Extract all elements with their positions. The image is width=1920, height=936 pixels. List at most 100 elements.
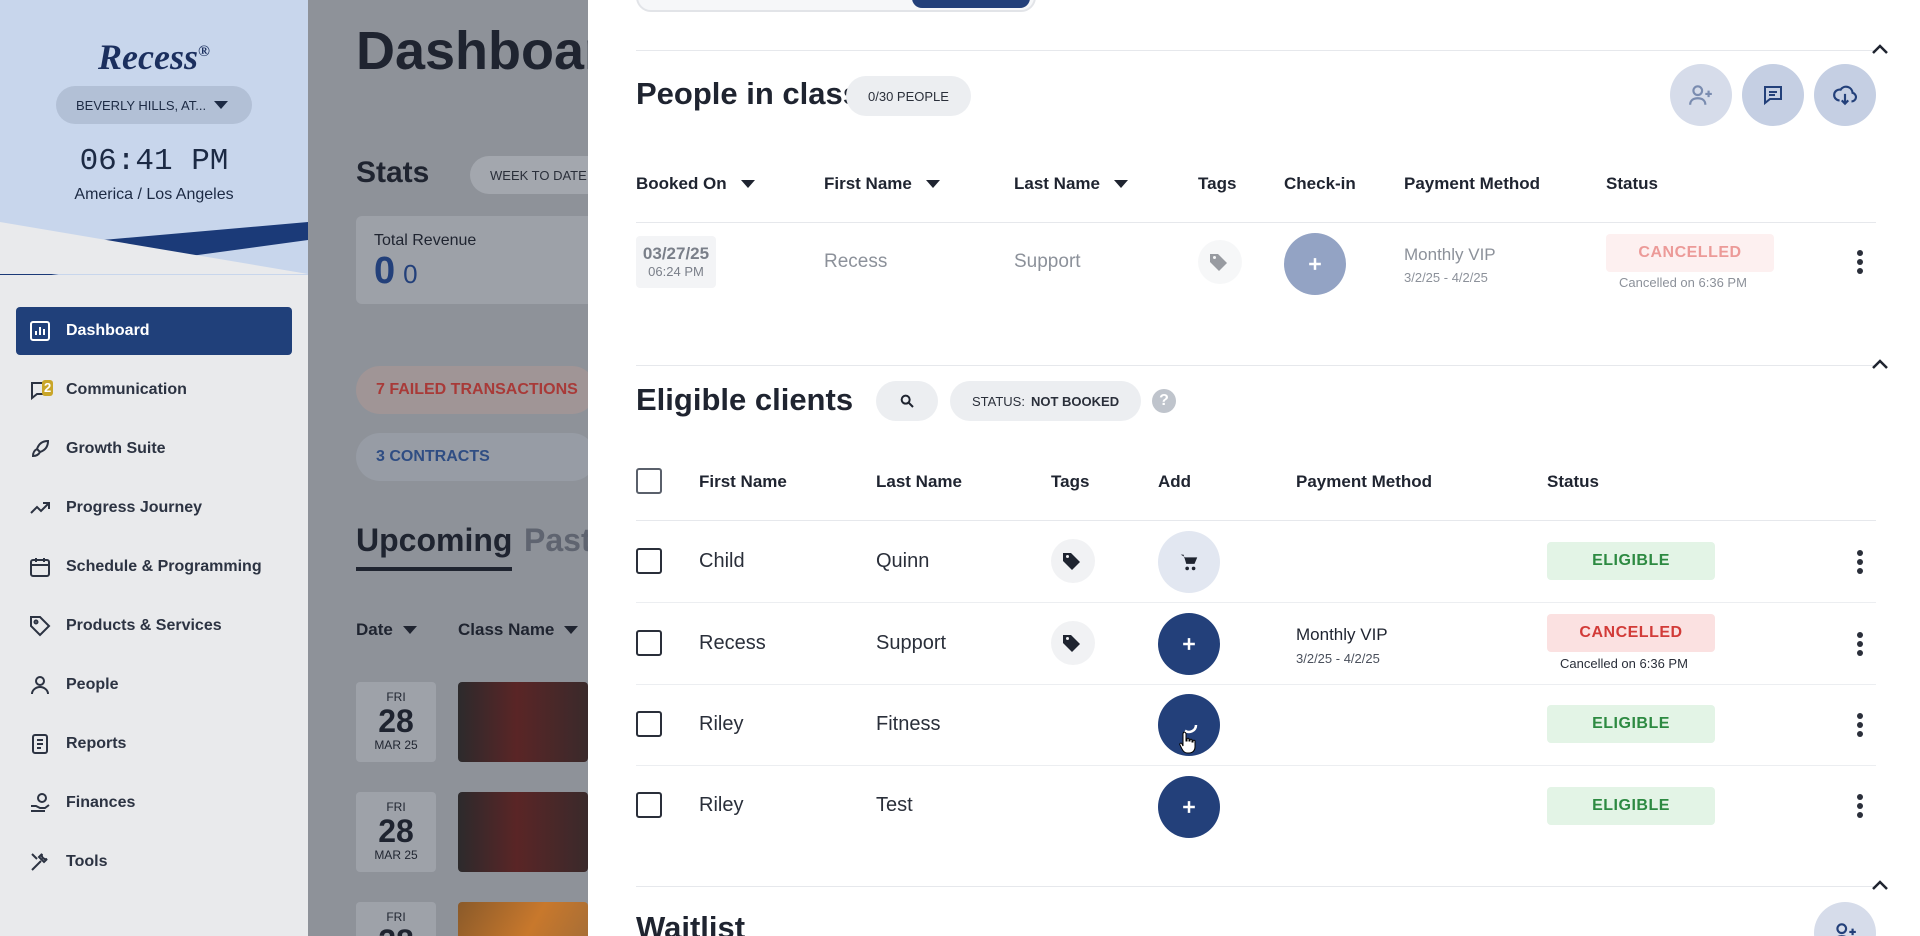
row-checkbox[interactable] xyxy=(636,711,662,737)
location-selector[interactable]: BEVERLY HILLS, AT... xyxy=(56,86,252,124)
caret-down-icon xyxy=(402,626,417,634)
sort-date[interactable]: Date xyxy=(356,620,417,640)
waitlist-title: Waitlist xyxy=(636,910,746,936)
row-checkbox[interactable] xyxy=(636,792,662,818)
more-options-icon[interactable] xyxy=(1848,547,1872,577)
chevron-up-icon[interactable] xyxy=(1868,38,1892,62)
revenue-card[interactable]: Total Revenue 00 xyxy=(356,216,596,304)
drawer-top-button[interactable] xyxy=(912,0,1030,8)
col-last-name[interactable]: Last Name xyxy=(1014,174,1128,194)
tab-upcoming[interactable]: Upcoming xyxy=(356,522,513,571)
col-booked-on[interactable]: Booked On xyxy=(636,174,755,194)
booked-date-time: 06:24 PM xyxy=(648,264,704,279)
sidebar-item-finances[interactable]: Finances xyxy=(16,779,292,827)
last-name: Support xyxy=(1014,251,1081,272)
sidebar-item-label: Reports xyxy=(66,735,127,752)
more-options-icon[interactable] xyxy=(1848,710,1872,740)
plus-icon xyxy=(1183,801,1195,813)
row-checkbox[interactable] xyxy=(636,548,662,574)
divider xyxy=(636,520,1876,521)
sidebar-item-tools[interactable]: Tools xyxy=(16,838,292,886)
chart-icon xyxy=(28,319,52,343)
add-to-cart-button[interactable] xyxy=(1158,531,1220,593)
more-options-icon[interactable] xyxy=(1848,791,1872,821)
plus-icon xyxy=(1309,258,1321,270)
col-payment-method: Payment Method xyxy=(1296,472,1432,492)
hand-cursor-icon xyxy=(1179,731,1196,754)
add-person-button[interactable] xyxy=(1670,64,1732,126)
column-label: Status xyxy=(1547,472,1599,491)
message-class-button[interactable] xyxy=(1742,64,1804,126)
divider xyxy=(636,50,1876,51)
sidebar-item-communication[interactable]: 2 Communication xyxy=(16,366,292,414)
status-filter[interactable]: STATUS: NOT BOOKED xyxy=(950,381,1142,421)
more-options-icon[interactable] xyxy=(1848,629,1872,659)
clock: 06:41 PM xyxy=(79,144,229,179)
more-options-icon[interactable] xyxy=(1848,247,1872,277)
help-icon[interactable]: ? xyxy=(1152,389,1176,413)
add-client-button[interactable] xyxy=(1158,776,1220,838)
class-thumbnail[interactable] xyxy=(458,682,588,762)
tags-button[interactable] xyxy=(1198,240,1242,284)
add-person-icon xyxy=(1836,923,1856,936)
column-label: Tags xyxy=(1051,472,1090,491)
date-dow: FRI xyxy=(386,690,406,704)
period-selector[interactable]: WEEK TO DATE xyxy=(470,156,607,194)
sidebar-item-progress-journey[interactable]: Progress Journey xyxy=(16,484,292,532)
chevron-up-icon[interactable] xyxy=(1868,874,1892,898)
sidebar-item-label: Schedule & Programming xyxy=(66,558,262,575)
sidebar-item-dashboard[interactable]: Dashboard xyxy=(16,307,292,355)
add-waitlist-person-button[interactable] xyxy=(1814,902,1876,936)
col-tags: Tags xyxy=(1051,472,1089,492)
first-name: Child xyxy=(699,550,745,572)
add-client-button[interactable] xyxy=(1158,613,1220,675)
sidebar-item-schedule[interactable]: Schedule & Programming xyxy=(16,543,292,591)
download-button[interactable] xyxy=(1814,64,1876,126)
sidebar-item-people[interactable]: People xyxy=(16,661,292,709)
col-last-name: Last Name xyxy=(876,472,962,492)
finance-icon xyxy=(28,791,52,815)
sidebar-item-reports[interactable]: Reports xyxy=(16,720,292,768)
tags-icon xyxy=(1063,635,1080,652)
search-icon xyxy=(900,394,914,408)
logo-text: Recess xyxy=(98,37,198,77)
class-thumbnail[interactable] xyxy=(458,792,588,872)
row-checkbox[interactable] xyxy=(636,630,662,656)
col-first-name: First Name xyxy=(699,472,787,492)
tab-past[interactable]: Past xyxy=(524,522,592,559)
logo[interactable]: Recess® xyxy=(0,36,308,78)
col-first-name[interactable]: First Name xyxy=(824,174,940,194)
contracts-alert[interactable]: 3 CONTRACTS xyxy=(356,433,596,481)
check-in-button[interactable] xyxy=(1284,233,1346,295)
date-month: MAR 25 xyxy=(374,738,418,752)
last-name: Support xyxy=(876,632,947,654)
sidebar-item-label: Growth Suite xyxy=(66,440,166,457)
caret-down-icon xyxy=(214,101,229,109)
date-month: MAR 25 xyxy=(374,848,418,862)
cart-icon xyxy=(1180,554,1198,571)
class-roster-drawer: People in class 0/30 PEOPLE Booked On Fi… xyxy=(588,0,1920,936)
drawer-top-control[interactable] xyxy=(636,0,1036,12)
sidebar-item-products[interactable]: Products & Services xyxy=(16,602,292,650)
unread-badge: 2 xyxy=(42,380,54,396)
tags-icon xyxy=(1063,553,1080,570)
select-all-checkbox[interactable] xyxy=(636,468,662,494)
failed-transactions-alert[interactable]: 7 FAILED TRANSACTIONS xyxy=(356,366,596,414)
revenue-label: Total Revenue xyxy=(374,232,477,249)
chevron-up-icon[interactable] xyxy=(1868,353,1892,377)
sort-class-name[interactable]: Class Name xyxy=(458,620,579,640)
tags-icon xyxy=(1210,254,1227,271)
column-label: Last Name xyxy=(876,472,962,491)
class-thumbnail[interactable] xyxy=(458,902,588,936)
payment-method: Monthly VIP xyxy=(1404,245,1496,264)
tags-button[interactable] xyxy=(1051,621,1095,665)
sidebar-item-growth-suite[interactable]: Growth Suite xyxy=(16,425,292,473)
divider xyxy=(636,222,1876,223)
column-label: Payment Method xyxy=(1404,174,1541,193)
sidebar-item-label: Products & Services xyxy=(66,617,222,634)
search-button[interactable] xyxy=(876,381,938,421)
tags-button[interactable] xyxy=(1051,539,1095,583)
sidebar-item-label: Communication xyxy=(66,381,187,398)
col-status: Status xyxy=(1547,472,1599,492)
sidebar-band xyxy=(0,222,308,275)
